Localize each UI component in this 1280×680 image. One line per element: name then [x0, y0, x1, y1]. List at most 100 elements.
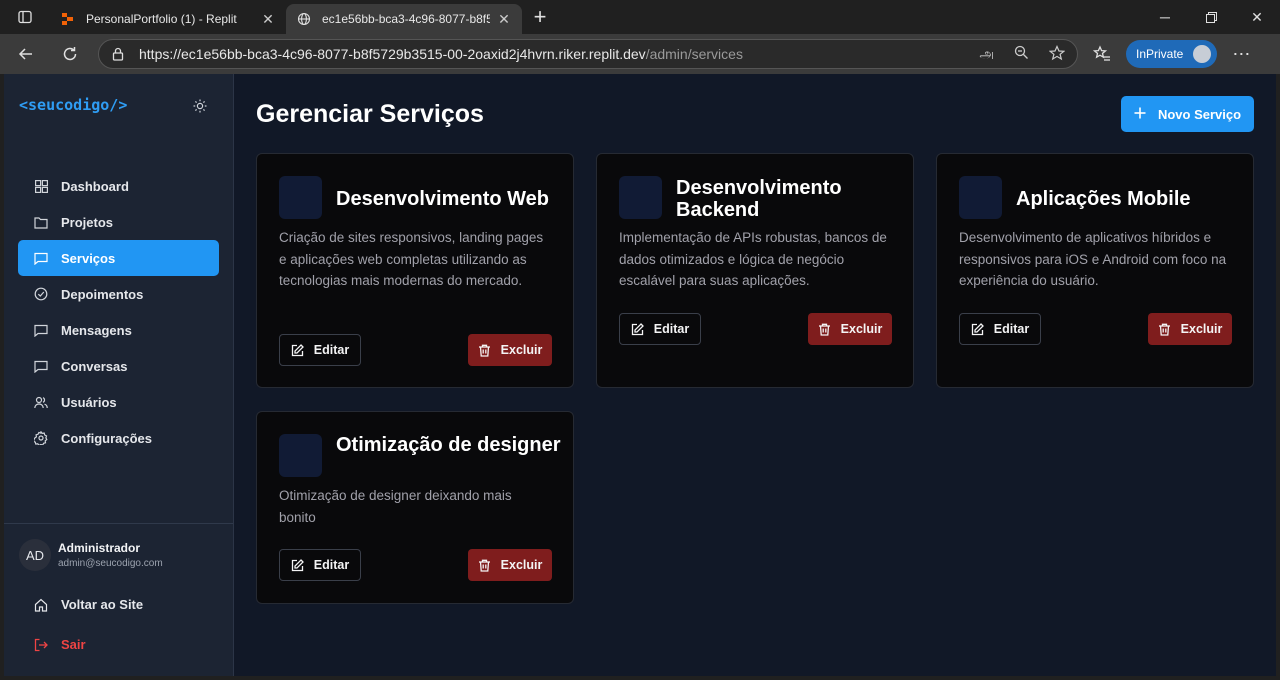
- back-to-site-link[interactable]: Voltar ao Site: [34, 597, 143, 612]
- sidebar-item-label: Mensagens: [61, 322, 132, 338]
- users-icon: [34, 395, 48, 409]
- message-icon: [34, 251, 48, 265]
- sidebar-item-projetos[interactable]: Projetos: [18, 204, 219, 240]
- sidebar-item-depoimentos[interactable]: Depoimentos: [18, 276, 219, 312]
- globe-icon: [296, 11, 312, 27]
- close-window-icon[interactable]: ✕: [1234, 0, 1280, 34]
- service-card: Desenvolvimento Web Criação de sites res…: [256, 153, 574, 388]
- restore-icon[interactable]: [1188, 0, 1234, 34]
- close-tab-icon[interactable]: ✕: [496, 11, 512, 27]
- delete-label: Excluir: [500, 558, 543, 572]
- sidebar-item-configuracoes[interactable]: Configurações: [18, 420, 219, 456]
- delete-button[interactable]: Excluir: [468, 334, 552, 366]
- trash-icon: [478, 559, 491, 572]
- favorites-icon[interactable]: [1084, 36, 1120, 72]
- service-card: Aplicações Mobile Desenvolvimento de apl…: [936, 153, 1254, 388]
- service-description: Desenvolvimento de aplicativos híbridos …: [959, 230, 1227, 288]
- address-bar-icons: அ: [980, 44, 1066, 64]
- inprivate-label: InPrivate: [1136, 47, 1184, 61]
- edit-icon: [291, 558, 304, 572]
- trash-icon: [478, 344, 491, 357]
- sidebar-item-mensagens[interactable]: Mensagens: [18, 312, 219, 348]
- service-icon-placeholder: [959, 176, 1002, 219]
- message-icon: [34, 323, 48, 337]
- sidebar-item-label: Projetos: [61, 214, 114, 230]
- delete-button[interactable]: Excluir: [468, 549, 552, 581]
- sidebar-item-label: Serviços: [61, 250, 116, 266]
- new-service-label: Novo Serviço: [1157, 106, 1242, 122]
- close-tab-icon[interactable]: ✕: [260, 11, 276, 27]
- home-icon: [34, 598, 48, 612]
- user-email: admin@seucodigo.com: [58, 558, 163, 569]
- browser-toolbar: https://ec1e56bb-bca3-4c96-8077-b8f5729b…: [0, 34, 1280, 74]
- edit-button[interactable]: Editar: [959, 313, 1041, 345]
- edit-button[interactable]: Editar: [619, 313, 701, 345]
- sidebar-item-label: Usuários: [61, 394, 117, 410]
- back-arrow-icon[interactable]: [8, 36, 44, 72]
- delete-label: Excluir: [1180, 322, 1223, 336]
- minimize-icon[interactable]: ─: [1142, 0, 1188, 34]
- window-controls: ─ ✕: [1142, 0, 1280, 34]
- edit-button[interactable]: Editar: [279, 549, 361, 581]
- browser-tab-replit[interactable]: PersonalPortfolio (1) - Replit ✕: [50, 4, 286, 34]
- logout-icon: [34, 638, 48, 652]
- service-title: Otimização de designer: [336, 434, 561, 456]
- read-aloud-icon[interactable]: அ: [980, 46, 994, 63]
- edit-label: Editar: [653, 322, 690, 336]
- tab-actions-button[interactable]: [0, 0, 50, 34]
- edit-icon: [291, 343, 304, 357]
- service-title: Aplicações Mobile: [1016, 188, 1191, 210]
- delete-button[interactable]: Excluir: [808, 313, 892, 345]
- sidebar-divider: [4, 523, 233, 524]
- service-icon-placeholder: [279, 434, 322, 477]
- tab-title: ec1e56bb-bca3-4c96-8077-b8f57: [322, 12, 490, 26]
- logout-label: Sair: [61, 637, 86, 652]
- refresh-icon[interactable]: [52, 36, 88, 72]
- sidebar-item-label: Configurações: [61, 430, 153, 446]
- service-title: Desenvolvimento Web: [336, 188, 550, 210]
- new-tab-button[interactable]: +: [522, 0, 558, 34]
- check-circle-icon: [34, 287, 48, 301]
- url-path: /admin/services: [645, 46, 743, 62]
- service-title: Desenvolvimento Backend: [676, 177, 842, 221]
- trash-icon: [1158, 323, 1171, 336]
- edit-label: Editar: [993, 322, 1030, 336]
- sidebar-item-label: Depoimentos: [61, 286, 144, 302]
- sidebar-nav: Dashboard Projetos Serviços Depoimentos …: [18, 168, 219, 456]
- delete-button[interactable]: Excluir: [1148, 313, 1232, 345]
- sidebar-item-label: Conversas: [61, 358, 128, 374]
- page-title: Gerenciar Serviços: [256, 100, 484, 128]
- sidebar-item-usuarios[interactable]: Usuários: [18, 384, 219, 420]
- edit-label: Editar: [313, 558, 350, 572]
- edit-button[interactable]: Editar: [279, 334, 361, 366]
- avatar: AD: [19, 539, 51, 571]
- main-content: Gerenciar Serviços Novo Serviço Desenvol…: [234, 74, 1276, 676]
- back-to-site-label: Voltar ao Site: [61, 597, 144, 612]
- browser-tab-admin[interactable]: ec1e56bb-bca3-4c96-8077-b8f57 ✕: [286, 4, 522, 34]
- replit-icon: [60, 11, 76, 27]
- message-icon: [34, 359, 48, 373]
- theme-toggle-sun-icon[interactable]: [192, 98, 208, 114]
- favorite-star-icon[interactable]: [1048, 44, 1066, 64]
- sidebar-item-conversas[interactable]: Conversas: [18, 348, 219, 384]
- sidebar-item-servicos[interactable]: Serviços: [18, 240, 219, 276]
- lock-icon: [111, 47, 125, 61]
- user-name: Administrador: [58, 541, 141, 555]
- more-menu-icon[interactable]: ⋯: [1223, 36, 1259, 72]
- brand-logo[interactable]: <seucodigo/>: [19, 96, 127, 114]
- tab-actions-icon: [18, 10, 32, 24]
- address-bar[interactable]: https://ec1e56bb-bca3-4c96-8077-b8f5729b…: [98, 39, 1078, 69]
- service-card: Desenvolvimento Backend Implementação de…: [596, 153, 914, 388]
- browser-tab-strip: PersonalPortfolio (1) - Replit ✕ ec1e56b…: [0, 0, 1280, 34]
- delete-label: Excluir: [500, 343, 543, 357]
- service-description: Criação de sites responsivos, landing pa…: [279, 230, 544, 288]
- service-icon-placeholder: [619, 176, 662, 219]
- inprivate-badge[interactable]: InPrivate: [1126, 40, 1218, 68]
- sidebar-item-dashboard[interactable]: Dashboard: [18, 168, 219, 204]
- service-description: Implementação de APIs robustas, bancos d…: [619, 230, 887, 288]
- new-service-button[interactable]: Novo Serviço: [1121, 96, 1254, 132]
- zoom-icon[interactable]: [1014, 45, 1029, 63]
- logout-link[interactable]: Sair: [34, 637, 86, 652]
- dashboard-icon: [34, 179, 48, 193]
- user-profile: AD Administrador admin@seucodigo.com: [19, 539, 163, 571]
